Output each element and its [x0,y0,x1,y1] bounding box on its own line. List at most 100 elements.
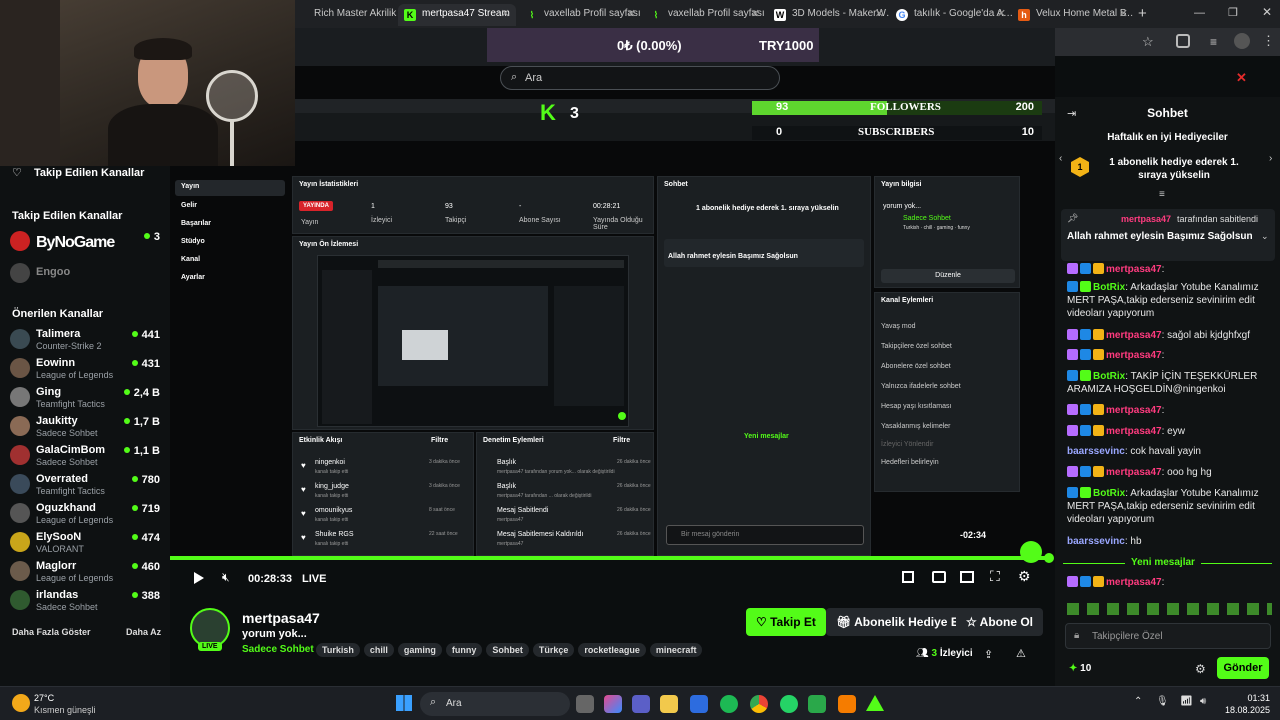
chat-message: BotRix: Arkadaşlar Yotube Kanalımız MERT… [1067,487,1259,525]
channel-points[interactable]: ✦ 10 [1069,663,1091,674]
chat-settings-gear-icon[interactable]: ⚙ [1195,662,1206,676]
channel-actions-panel: Kanal Eylemleri Yavaş mod Takipçilere öz… [874,292,1020,492]
recommended-channel-item[interactable]: ElySooN VALORANT 474 [10,529,160,557]
avatar [10,231,30,251]
recommended-channel-item[interactable]: Eowinn League of Legends 431 [10,355,160,383]
close-icon[interactable]: ✕ [1119,7,1128,20]
new-tab-button[interactable]: + [1138,5,1147,22]
copilot-icon[interactable] [604,695,622,713]
nav-item-kanal[interactable]: Kanal [181,256,200,263]
chevron-right-icon[interactable]: › [1269,153,1272,164]
browser-tab[interactable]: Rich Master Akrilik B… [290,4,398,26]
overlay-close-icon[interactable]: ✕ [1236,70,1247,86]
live-badge: YAYINDA [299,201,333,211]
recommended-channel-item[interactable]: Jaukitty Sadece Sohbet 1,7 B [10,413,160,441]
browser-tab[interactable]: ⌇ vaxellab Profil sayfası ✕ [520,4,642,26]
overlay-search-input[interactable]: ⌕ Ara [500,66,780,90]
bookmark-star-icon[interactable]: ☆ [1142,34,1154,50]
gift-subscription-button[interactable]: 🎁︎ Abonelik Hediye Et [826,608,973,636]
store-icon[interactable] [690,695,708,713]
clip-icon[interactable] [902,571,914,583]
theater-mode-icon[interactable] [932,571,946,583]
whatsapp-icon[interactable] [780,695,798,713]
close-icon[interactable]: ✕ [875,7,884,20]
mute-icon[interactable]: 🔇︎ [222,570,230,585]
preview-video[interactable] [317,255,629,427]
media-icon[interactable]: ≡ [1210,35,1217,49]
browser-tab-active[interactable]: Kmertpasa47 Stream ✕ [398,4,516,26]
chevron-down-icon[interactable]: ⌄ [1261,231,1269,242]
close-icon[interactable]: ✕ [751,7,760,20]
subscribe-button[interactable]: ☆ Abone Ol [956,608,1043,636]
wifi-icon[interactable]: 📶︎ [1180,696,1193,707]
show-less-link[interactable]: Daha Az [126,627,161,637]
dashboard-chat-input[interactable]: Bir mesaj gönderin [666,525,864,545]
activity-filter-button[interactable]: Filtre [431,437,448,444]
followed-channel-item[interactable]: ByNoGame 3 [10,228,160,256]
browser-tab[interactable]: h Velux Home Metal B… ✕ [1012,4,1134,26]
expand-icon[interactable]: ≡ [1159,189,1165,200]
browser-tab[interactable]: Gtakılık - Google'da A… ✕ [890,4,1012,26]
taskbar-search[interactable]: ⌕ Ara [420,692,570,716]
nav-item-ayarlar[interactable]: Ayarlar [181,274,205,281]
profile-avatar[interactable] [1234,33,1250,49]
channel-name[interactable]: mertpasa47 [242,610,320,626]
volume-icon[interactable]: 🔊︎ [1200,696,1206,707]
microphone-icon[interactable]: 🎙︎ [1156,696,1169,707]
chrome-icon[interactable] [750,695,768,713]
follow-button[interactable]: ♡ Takip Et [746,608,826,636]
spotify-icon[interactable] [720,695,738,713]
close-icon[interactable]: ✕ [997,7,1006,20]
followed-channel-item[interactable]: Engoo [10,260,160,288]
teams-icon[interactable] [632,695,650,713]
info-tags: Turkish · chill · gaming · funny [903,225,970,231]
close-icon[interactable]: ✕ [501,7,510,20]
browser-tab[interactable]: ⌇ vaxellab Profil sayfası ✕ [644,4,766,26]
close-icon[interactable]: ✕ [627,7,636,20]
task-view-icon[interactable] [576,695,594,713]
pip-icon[interactable] [960,571,974,583]
report-icon[interactable]: ⚠ [1016,647,1026,660]
edit-button[interactable]: Düzenle [881,269,1015,283]
chat-input[interactable]: 🔒︎ Takipçilere Özel [1065,623,1271,649]
followed-channels-heading: Takip Edilen Kanallar [12,210,123,222]
browser-tab[interactable]: W 3D Models - MakerW… ✕ [768,4,890,26]
stream-category[interactable]: Sadece Sohbet [242,644,314,655]
fullscreen-icon[interactable]: ⛶ [990,568,1000,585]
app-icon[interactable] [808,695,826,713]
recommended-channel-item[interactable]: Maglorr League of Legends 460 [10,558,160,586]
followed-channels-title[interactable]: Takip Edilen Kanallar [34,167,144,179]
extensions-icon[interactable] [1176,34,1190,48]
recommended-channel-item[interactable]: Ging Teamfight Tactics 2,4 B [10,384,160,412]
show-more-link[interactable]: Daha Fazla Göster [12,627,91,637]
app-triangle-icon[interactable] [866,695,884,711]
tray-chevron-up-icon[interactable]: ⌃ [1134,696,1142,707]
settings-gear-icon[interactable]: ⚙ [1018,568,1031,585]
weather-icon[interactable] [12,694,30,712]
recommended-channel-item[interactable]: Talimera Counter-Strike 2 441 [10,326,160,354]
windows-start-icon[interactable] [396,695,412,711]
minimize-icon[interactable]: — [1194,7,1205,19]
nav-item-studyo[interactable]: Stüdyo [181,238,205,245]
recommended-channel-item[interactable]: irlandas Sadece Sohbet 388 [10,587,160,615]
share-icon[interactable]: ⇪ [984,648,993,661]
recommended-channel-item[interactable]: GalaCimBom Sadece Sohbet 1,1 B [10,442,160,470]
fl-studio-icon[interactable] [838,695,856,713]
menu-icon[interactable]: ⋮ [1262,33,1275,49]
chevron-left-icon[interactable]: ‹ [1059,153,1062,164]
recommended-channel-item[interactable]: Oguzkhand League of Legends 719 [10,500,160,528]
moderation-filter-button[interactable]: Filtre [613,437,630,444]
window-close-icon[interactable]: ✕ [1262,5,1272,19]
mod-badge-icon [1067,281,1078,292]
play-icon[interactable] [194,572,204,584]
emote-bar[interactable] [1067,603,1272,617]
nav-item-basarilar[interactable]: Başarılar [181,220,211,227]
webcam-overlay [0,0,295,166]
nav-item-gelir[interactable]: Gelir [181,202,197,209]
recommended-channel-item[interactable]: Overrated Teamfight Tactics 780 [10,471,160,499]
send-button[interactable]: Gönder [1217,657,1269,679]
nav-item-yayin[interactable]: Yayın [181,183,199,190]
file-explorer-icon[interactable] [660,695,678,713]
mod-badge-icon [1067,487,1078,498]
maximize-icon[interactable]: ❐ [1228,6,1238,19]
